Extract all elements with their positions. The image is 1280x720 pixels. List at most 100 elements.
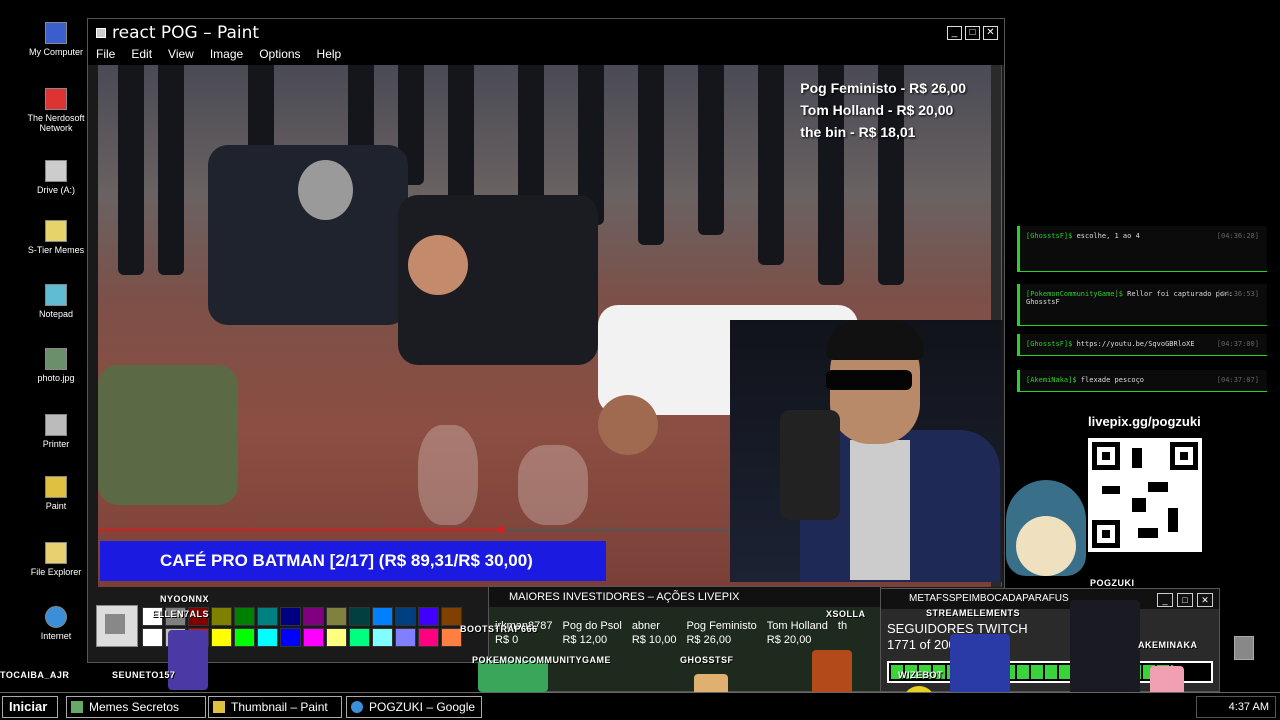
desktop-icon-file-explorer[interactable]: File Explorer: [24, 542, 88, 577]
crowd-figure: [638, 65, 664, 245]
streamer-hair: [826, 320, 924, 360]
color-swatch[interactable]: [234, 628, 255, 647]
desktop-icon-printer[interactable]: Printer: [24, 414, 88, 449]
taskbar-item-pogzuki-google[interactable]: POGZUKI – Google: [346, 696, 482, 718]
desktop-icon-internet[interactable]: Internet: [24, 606, 88, 641]
webcam-overlay: [730, 320, 1002, 582]
maximize-button[interactable]: □: [1177, 593, 1193, 607]
computer-icon: [45, 22, 67, 44]
color-swatch[interactable]: [280, 628, 301, 647]
desktop-icon-label: File Explorer: [30, 567, 82, 577]
shadow: [418, 425, 478, 525]
menu-options[interactable]: Options: [259, 47, 300, 65]
recycle-bin-icon[interactable]: [1234, 636, 1254, 660]
menu-file[interactable]: File: [96, 47, 115, 65]
current-color[interactable]: [96, 605, 138, 647]
menu-help[interactable]: Help: [317, 47, 342, 65]
color-swatch[interactable]: [142, 628, 163, 647]
color-swatch[interactable]: [234, 607, 255, 626]
minimize-button[interactable]: _: [1157, 593, 1173, 607]
sprite-tag: BOOTSTRAP666: [460, 624, 538, 634]
minimize-button[interactable]: _: [947, 26, 962, 40]
streamer-shirt: [850, 440, 910, 580]
sprite-tag: XSOLLA: [826, 609, 866, 619]
color-swatch[interactable]: [441, 628, 462, 647]
desktop-icon-label: photo.jpg: [37, 373, 75, 383]
sprite-tag: STREAMELEMENTS: [926, 608, 1021, 618]
desktop-icon-label: S-Tier Memes: [27, 245, 85, 255]
livepix-url: livepix.gg/pogzuki: [1088, 414, 1201, 429]
taskbar-item-label: POGZUKI – Google: [369, 700, 476, 714]
chat-user: [AkemiNaka]$: [1026, 376, 1077, 384]
color-swatch[interactable]: [441, 607, 462, 626]
color-swatch[interactable]: [303, 607, 324, 626]
taskbar-item-label: Memes Secretos: [89, 700, 180, 714]
snorlax-sprite: [990, 480, 1090, 580]
paint-app-icon: [96, 28, 106, 38]
color-swatch[interactable]: [372, 628, 393, 647]
system-tray: 4:37 AM: [1196, 696, 1276, 718]
menu-edit[interactable]: Edit: [131, 47, 152, 65]
color-swatch[interactable]: [418, 628, 439, 647]
menu-bar: File Edit View Image Options Help: [88, 47, 1004, 65]
color-swatch[interactable]: [211, 607, 232, 626]
chat-message: [AkemiNaka]$ flexade pescoço [04:37:07]: [1017, 370, 1267, 392]
character-sprite: [1070, 600, 1140, 700]
desktop-icon-photo[interactable]: photo.jpg: [24, 348, 88, 383]
close-button[interactable]: ✕: [983, 26, 998, 40]
price-line: Tom Holland - R$ 20,00: [800, 102, 954, 118]
desktop-icon-nerdosoft[interactable]: The Nerdosoft Network: [24, 88, 88, 133]
maximize-button[interactable]: □: [965, 26, 980, 40]
crowd-figure: [448, 65, 474, 205]
color-swatch[interactable]: [211, 628, 232, 647]
color-swatch[interactable]: [326, 607, 347, 626]
taskbar-item-thumbnail-paint[interactable]: Thumbnail – Paint: [208, 696, 342, 718]
desktop-icon-my-computer[interactable]: My Computer: [24, 22, 88, 57]
color-swatch[interactable]: [395, 628, 416, 647]
desktop-icon-notepad[interactable]: Notepad: [24, 284, 88, 319]
color-swatch[interactable]: [349, 628, 370, 647]
chat-text: escolhe, 1 ao 4: [1076, 232, 1140, 240]
color-swatch[interactable]: [303, 628, 324, 647]
folder-icon: [71, 701, 83, 713]
color-swatch[interactable]: [395, 607, 416, 626]
color-swatch[interactable]: [372, 607, 393, 626]
close-button[interactable]: ✕: [1197, 593, 1213, 607]
sprite-tag: SEUNETO157: [112, 670, 176, 680]
color-swatch[interactable]: [280, 607, 301, 626]
video-progress-bar[interactable]: [98, 526, 738, 533]
desktop-icon-label: Paint: [45, 501, 67, 511]
chat-user: [PokemonCommunityGame]$: [1026, 290, 1123, 298]
price-line: Pog Feministo - R$ 26,00: [800, 80, 966, 96]
desktop-icon-label: My Computer: [28, 47, 83, 57]
taskbar-item-memes[interactable]: Memes Secretos: [66, 696, 206, 718]
start-button[interactable]: Iniciar: [2, 696, 58, 718]
notepad-icon: [45, 284, 67, 306]
price-line: the bin - R$ 18,01: [800, 124, 916, 140]
desktop-icon-label: The Nerdosoft Network: [27, 113, 85, 133]
menu-view[interactable]: View: [168, 47, 194, 65]
window-titlebar[interactable]: react POG – Paint _ □ ✕: [88, 19, 1004, 47]
chat-text: https://youtu.be/SqvoGBRloXE: [1076, 340, 1195, 348]
investor-entry: Pog do Psol R$ 12,00: [562, 620, 622, 646]
person-pushup: [98, 365, 238, 505]
color-swatch[interactable]: [418, 607, 439, 626]
taskbar: Iniciar Memes Secretos Thumbnail – Paint…: [0, 692, 1280, 720]
paint-icon: [45, 476, 67, 498]
desktop-icon-drive-a[interactable]: Drive (A:): [24, 160, 88, 195]
desktop-icon-paint[interactable]: Paint: [24, 476, 88, 511]
investor-entry: Tom Holland R$ 20,00: [766, 620, 828, 646]
floppy-drive-icon: [45, 160, 67, 182]
desktop-icon-s-tier-memes[interactable]: S-Tier Memes: [24, 220, 88, 255]
price-overlay: Pog Feministo - R$ 26,00 Tom Holland - R…: [800, 77, 966, 143]
color-swatch[interactable]: [349, 607, 370, 626]
qr-code: [1088, 438, 1202, 552]
color-swatch[interactable]: [257, 607, 278, 626]
chat-user: [GhosstsF]$: [1026, 232, 1073, 240]
menu-image[interactable]: Image: [210, 47, 243, 65]
sprite-tag: TOCAIBA_AJR: [0, 670, 70, 680]
shadow: [518, 445, 588, 525]
color-swatch[interactable]: [326, 628, 347, 647]
color-swatch[interactable]: [257, 628, 278, 647]
desktop: My Computer The Nerdosoft Network Drive …: [0, 0, 1280, 720]
